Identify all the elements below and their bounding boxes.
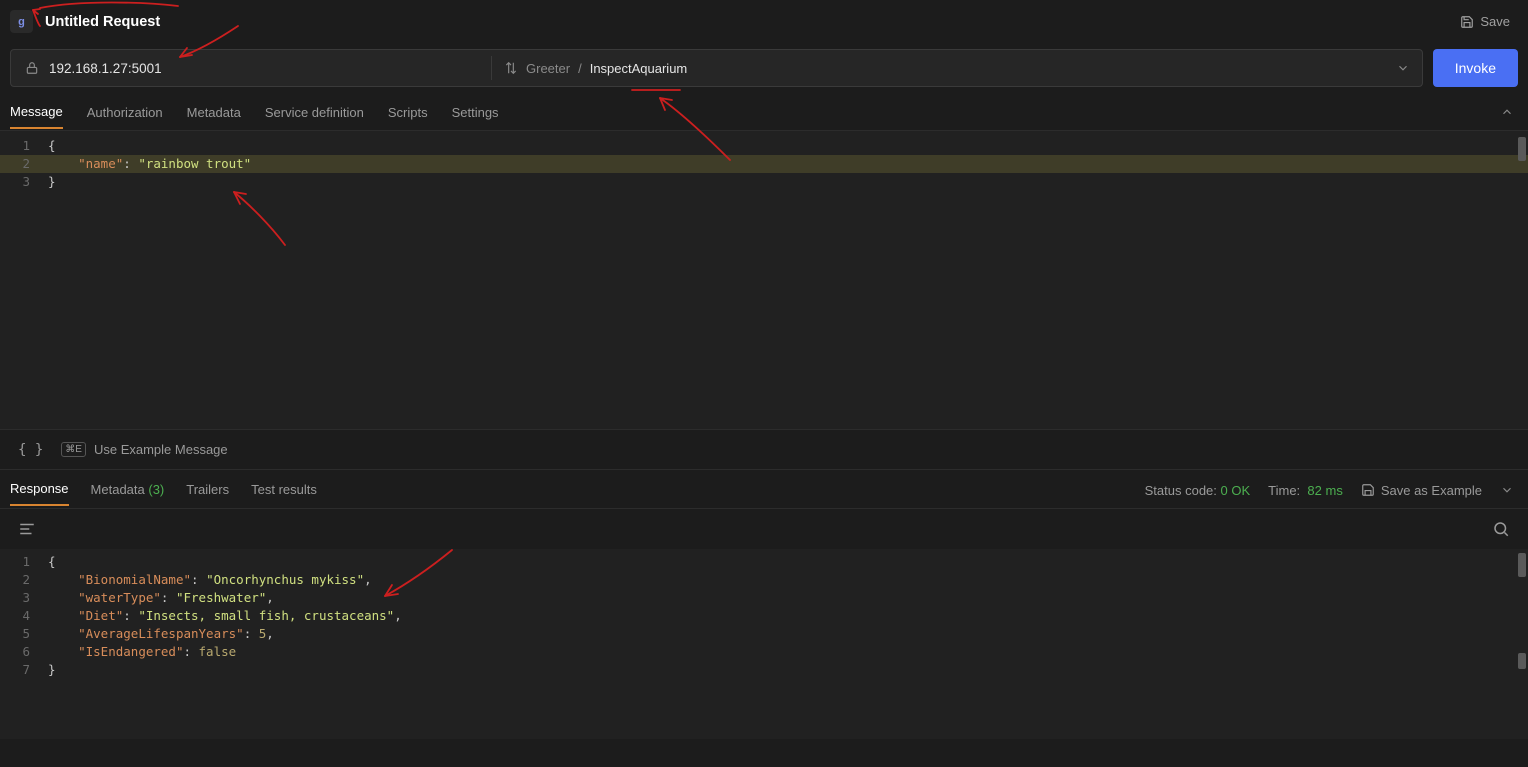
response-body-viewer[interactable]: 1{2 "BionomialName": "Oncorhynchus mykis… [0, 549, 1528, 739]
line-wrap-icon[interactable] [18, 520, 36, 538]
code-content: { [40, 553, 1528, 571]
status-code-value: 0 OK [1221, 483, 1251, 498]
code-content: "name": "rainbow trout" [40, 155, 1528, 173]
code-line[interactable]: 3} [0, 173, 1528, 191]
grpc-badge-icon: g [10, 10, 33, 33]
swap-vertical-icon [504, 61, 518, 75]
keyboard-shortcut-icon: ⌘E [61, 442, 86, 457]
time-label: Time: 82 ms [1268, 483, 1343, 498]
tab-response-metadata-label: Metadata [91, 482, 145, 497]
line-number: 1 [0, 137, 40, 155]
tab-response[interactable]: Response [10, 473, 69, 506]
request-body-editor[interactable]: 1{2 "name": "rainbow trout"3} [0, 131, 1528, 429]
status-code-label: Status code: 0 OK [1145, 483, 1251, 498]
tab-metadata[interactable]: Metadata [187, 97, 241, 128]
code-content: "IsEndangered": false [40, 643, 1528, 661]
method-name: InspectAquarium [590, 61, 688, 76]
tab-service-definition[interactable]: Service definition [265, 97, 364, 128]
endpoint-section[interactable]: 192.168.1.27:5001 [11, 61, 491, 76]
save-as-example-button[interactable]: Save as Example [1361, 483, 1482, 498]
endpoint-text: 192.168.1.27:5001 [49, 61, 162, 76]
request-title[interactable]: Untitled Request [45, 14, 160, 30]
code-content: "AverageLifespanYears": 5, [40, 625, 1528, 643]
code-line[interactable]: 5 "AverageLifespanYears": 5, [0, 625, 1528, 643]
code-line[interactable]: 1{ [0, 553, 1528, 571]
tab-settings[interactable]: Settings [452, 97, 499, 128]
line-number: 2 [0, 571, 40, 589]
save-label: Save [1480, 14, 1510, 29]
header-bar: g Untitled Request Save [0, 0, 1528, 41]
code-content: { [40, 137, 1528, 155]
request-editor-footer: { } ⌘E Use Example Message [0, 429, 1528, 469]
save-icon [1460, 15, 1474, 29]
service-name: Greeter [526, 61, 570, 76]
code-content: } [40, 173, 1528, 191]
editor-scroll-indicator[interactable] [1518, 137, 1526, 161]
lock-icon [25, 61, 39, 75]
code-line[interactable]: 6 "IsEndangered": false [0, 643, 1528, 661]
tab-response-metadata[interactable]: Metadata (3) [91, 474, 165, 505]
code-line[interactable]: 4 "Diet": "Insects, small fish, crustace… [0, 607, 1528, 625]
code-line[interactable]: 2 "name": "rainbow trout" [0, 155, 1528, 173]
code-line[interactable]: 3 "waterType": "Freshwater", [0, 589, 1528, 607]
tab-message[interactable]: Message [10, 96, 63, 129]
save-button[interactable]: Save [1460, 14, 1510, 29]
line-number: 5 [0, 625, 40, 643]
response-toolbar [0, 509, 1528, 549]
tab-trailers[interactable]: Trailers [186, 474, 229, 505]
use-example-label: Use Example Message [94, 442, 228, 457]
search-icon[interactable] [1492, 520, 1510, 538]
chevron-down-icon[interactable] [1500, 483, 1514, 497]
line-number: 4 [0, 607, 40, 625]
use-example-button[interactable]: ⌘E Use Example Message [61, 442, 227, 457]
line-number: 6 [0, 643, 40, 661]
save-icon [1361, 483, 1375, 497]
line-number: 3 [0, 589, 40, 607]
line-number: 2 [0, 155, 40, 173]
save-as-example-label: Save as Example [1381, 483, 1482, 498]
line-number: 3 [0, 173, 40, 191]
url-bar-row: 192.168.1.27:5001 Greeter / InspectAquar… [0, 41, 1528, 95]
invoke-button[interactable]: Invoke [1433, 49, 1518, 87]
code-content: } [40, 661, 1528, 679]
code-content: "BionomialName": "Oncorhynchus mykiss", [40, 571, 1528, 589]
response-status-bar: Status code: 0 OK Time: 82 ms Save as Ex… [1145, 470, 1514, 510]
response-scroll-indicator-2[interactable] [1518, 653, 1526, 669]
code-content: "waterType": "Freshwater", [40, 589, 1528, 607]
line-number: 1 [0, 553, 40, 571]
tab-test-results[interactable]: Test results [251, 474, 317, 505]
time-value: 82 ms [1307, 483, 1342, 498]
collapse-icon[interactable] [1500, 105, 1514, 122]
tab-scripts[interactable]: Scripts [388, 97, 428, 128]
chevron-down-icon[interactable] [1396, 61, 1410, 75]
code-line[interactable]: 2 "BionomialName": "Oncorhynchus mykiss"… [0, 571, 1528, 589]
metadata-count: (3) [148, 482, 164, 497]
code-line[interactable]: 7} [0, 661, 1528, 679]
url-bar: 192.168.1.27:5001 Greeter / InspectAquar… [10, 49, 1423, 87]
code-line[interactable]: 1{ [0, 137, 1528, 155]
request-tabs: Message Authorization Metadata Service d… [0, 95, 1528, 131]
response-tabs: Response Metadata (3) Trailers Test resu… [0, 469, 1528, 509]
method-selector[interactable]: Greeter / InspectAquarium [492, 61, 1422, 76]
service-separator: / [578, 61, 582, 76]
line-number: 7 [0, 661, 40, 679]
format-json-icon[interactable]: { } [18, 442, 43, 458]
code-content: "Diet": "Insects, small fish, crustacean… [40, 607, 1528, 625]
tab-authorization[interactable]: Authorization [87, 97, 163, 128]
response-scroll-indicator[interactable] [1518, 553, 1526, 577]
